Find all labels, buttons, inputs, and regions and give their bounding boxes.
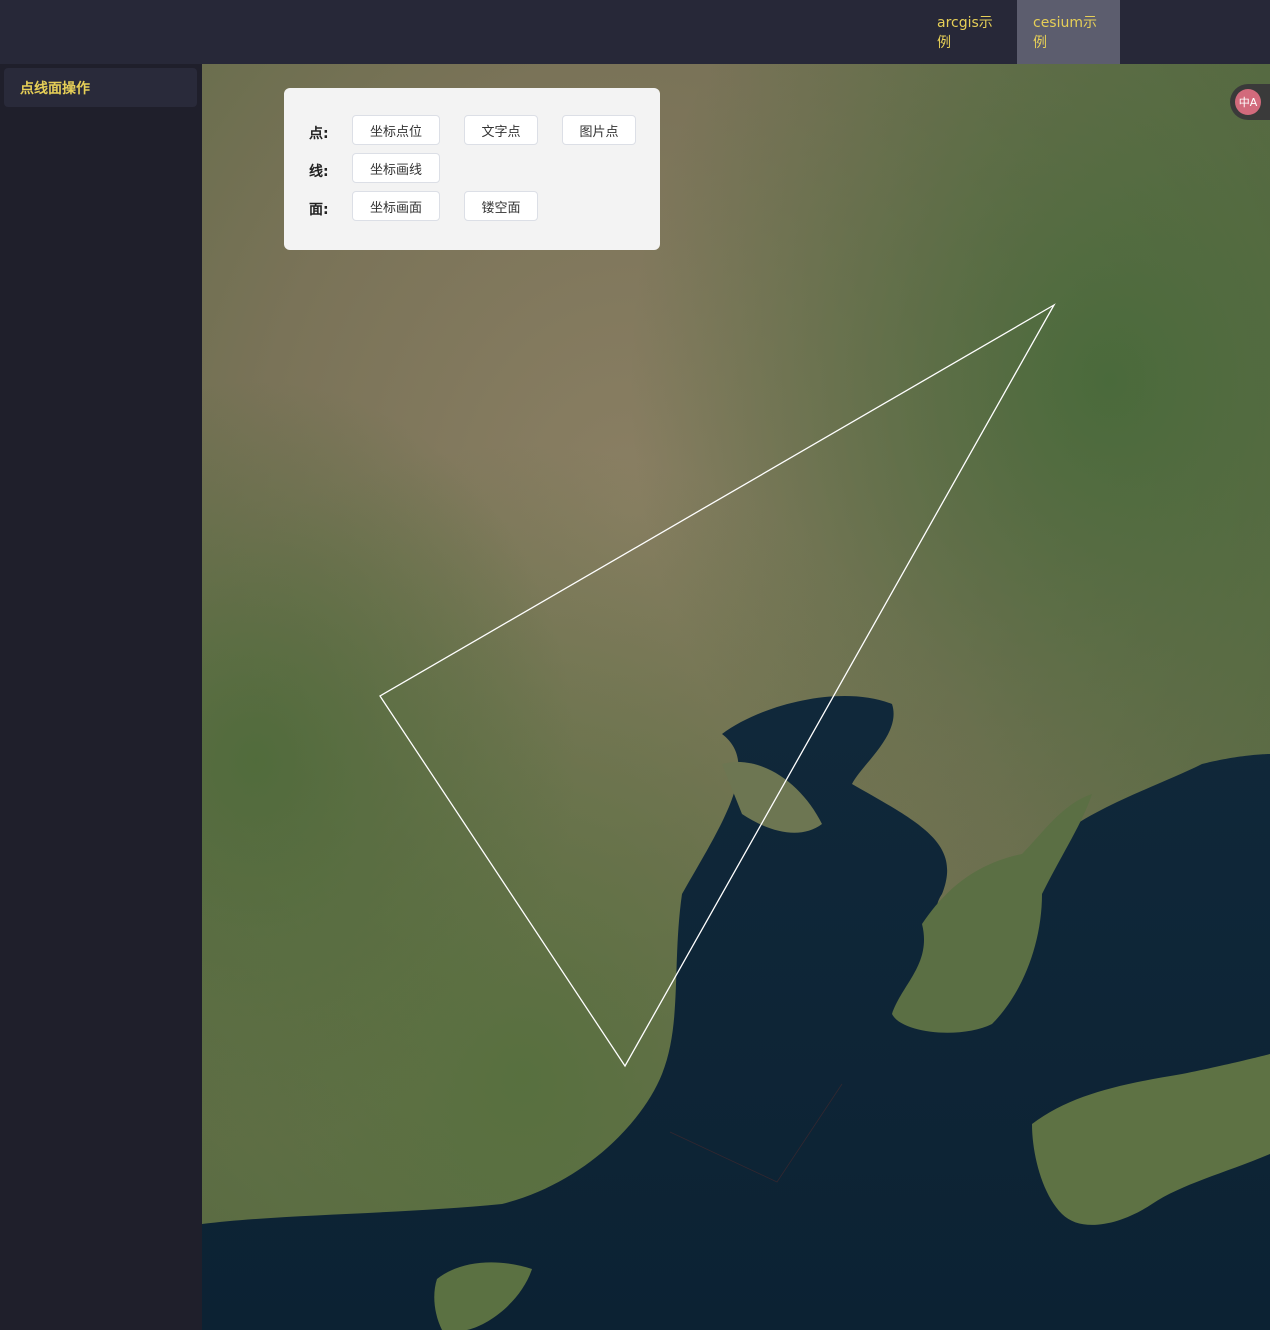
line-row-label: 线:: [309, 164, 329, 180]
sidebar-item-point-line-polygon[interactable]: 点线面操作: [4, 68, 197, 107]
coordinate-polygon-button[interactable]: 坐标画面: [352, 191, 440, 221]
coordinate-point-button[interactable]: 坐标点位: [352, 115, 440, 145]
tab-label: arcgis示例: [937, 15, 993, 51]
button-label: 镂空面: [481, 200, 521, 216]
button-label: 文字点: [481, 124, 521, 140]
coordinate-line-button[interactable]: 坐标画线: [352, 153, 440, 183]
tab-cesium-demo[interactable]: cesium示例: [1017, 0, 1120, 64]
draw-tools-panel: 点: 坐标点位 文字点 图片点 线: 坐标画线 面: 坐标画面 镂空面: [284, 88, 660, 250]
translate-icon[interactable]: 中A: [1235, 89, 1261, 115]
sidebar-item-label: 点线面操作: [20, 80, 90, 97]
satellite-map[interactable]: [202, 64, 1270, 1330]
tab-label: cesium示例: [1033, 15, 1098, 51]
image-point-button[interactable]: 图片点: [562, 115, 636, 145]
hollow-polygon-button[interactable]: 镂空面: [464, 191, 538, 221]
polygon-row-label: 面:: [309, 202, 329, 218]
tab-arcgis-demo[interactable]: arcgis示例: [921, 0, 1017, 64]
cesium-map-viewer[interactable]: [202, 64, 1270, 1330]
button-label: 坐标画线: [369, 162, 422, 178]
top-navbar: arcgis示例 cesium示例: [0, 0, 1270, 64]
sidebar: 点线面操作: [0, 64, 202, 1330]
text-point-button[interactable]: 文字点: [464, 115, 538, 145]
translate-widget[interactable]: 中A: [1230, 84, 1270, 120]
button-label: 图片点: [579, 124, 619, 140]
button-label: 坐标画面: [369, 200, 422, 216]
point-row-label: 点:: [309, 126, 329, 142]
button-label: 坐标点位: [369, 124, 422, 140]
